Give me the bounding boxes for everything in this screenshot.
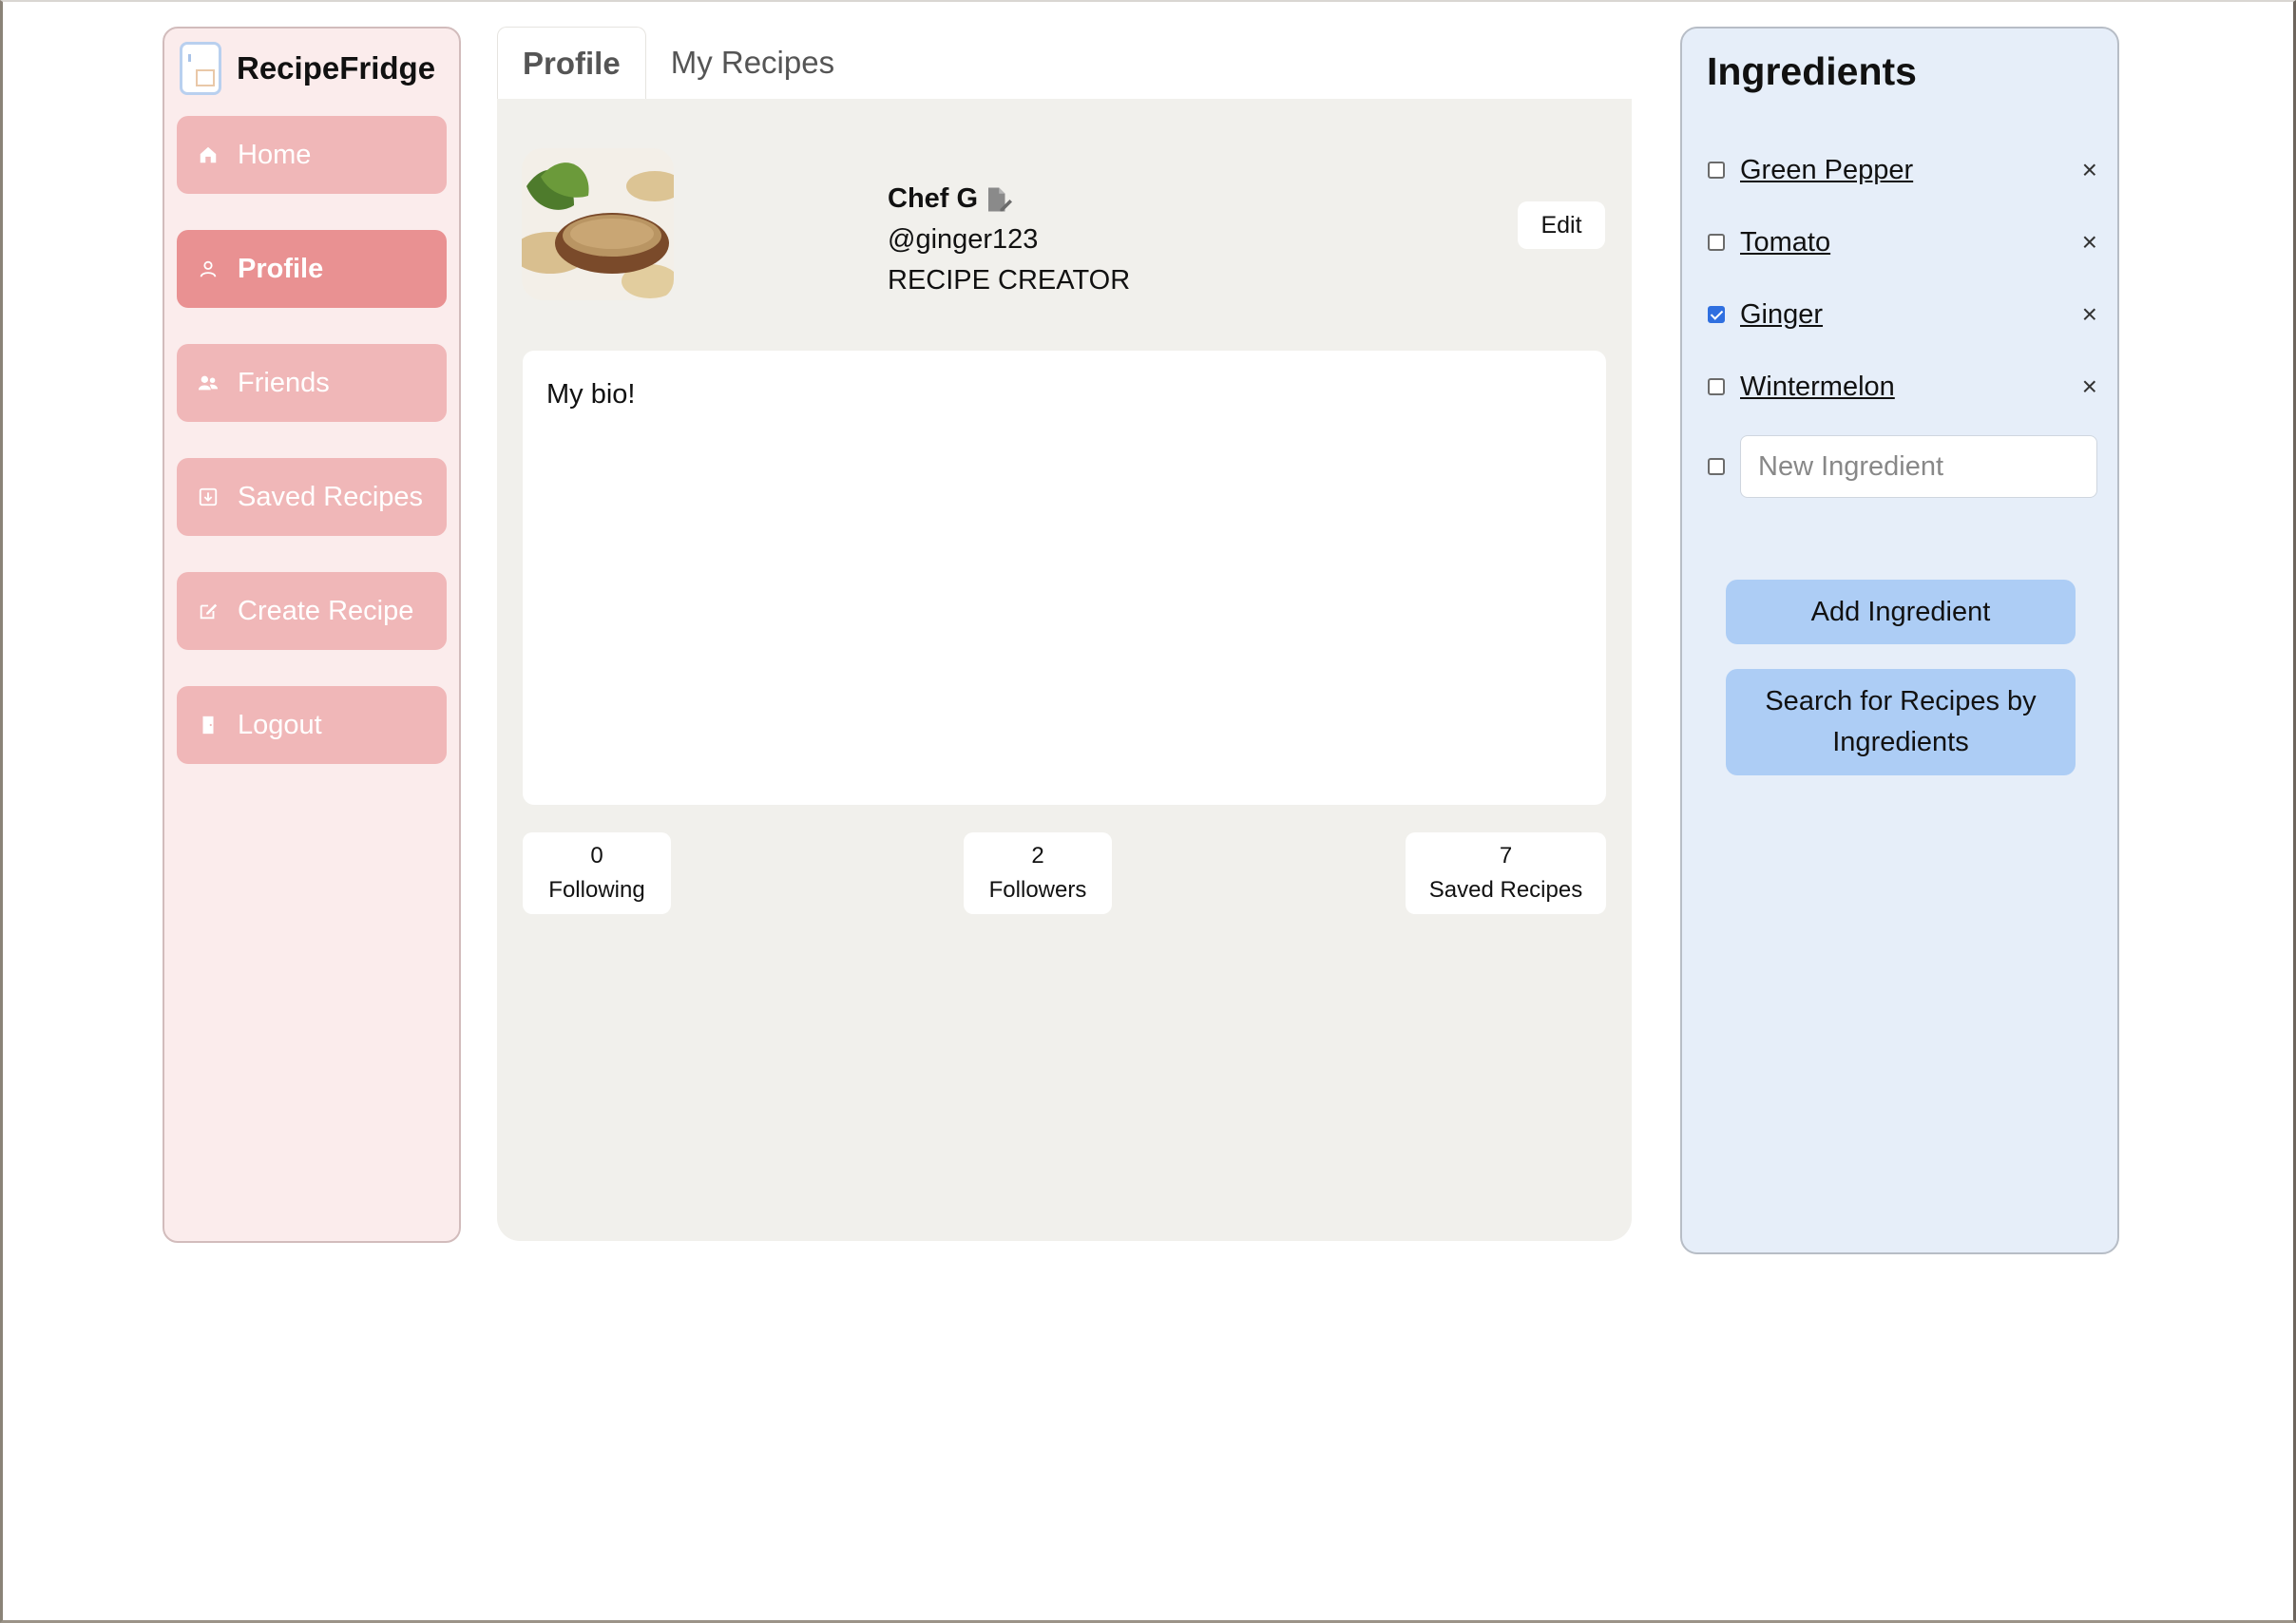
ingredient-name[interactable]: Green Pepper <box>1740 155 1913 186</box>
sidebar: RecipeFridge Home Profile Friends Saved … <box>163 27 461 1243</box>
stat-value: 7 <box>1499 843 1513 869</box>
sidebar-item-label: Create Recipe <box>238 595 414 626</box>
avatar <box>522 148 674 300</box>
remove-ingredient-icon[interactable]: × <box>2082 227 2097 258</box>
sidebar-item-label: Saved Recipes <box>238 481 424 512</box>
stat-following[interactable]: 0 Following <box>523 832 671 914</box>
stat-value: 2 <box>1031 843 1044 869</box>
ingredient-row: Wintermelon × <box>1708 363 2097 411</box>
ingredient-name[interactable]: Ginger <box>1740 299 1823 331</box>
sidebar-item-saved-recipes[interactable]: Saved Recipes <box>177 458 447 536</box>
brand[interactable]: RecipeFridge <box>180 42 435 95</box>
display-name: Chef G <box>888 183 979 214</box>
sidebar-item-label: Profile <box>238 253 324 284</box>
door-icon <box>198 715 219 735</box>
ingredient-row: Green Pepper × <box>1708 146 2097 194</box>
search-recipes-button[interactable]: Search for Recipes by Ingredients <box>1726 669 2076 775</box>
home-icon <box>198 144 219 165</box>
profile-panel: Chef G @ginger123 RECIPE CREATOR Edit My… <box>497 99 1632 1241</box>
bio-box: My bio! <box>523 351 1606 805</box>
sidebar-item-create-recipe[interactable]: Create Recipe <box>177 572 447 650</box>
ingredient-checkbox[interactable] <box>1708 306 1725 323</box>
users-icon <box>198 372 219 393</box>
sidebar-item-profile[interactable]: Profile <box>177 230 447 308</box>
sidebar-item-home[interactable]: Home <box>177 116 447 194</box>
stat-followers[interactable]: 2 Followers <box>964 832 1112 914</box>
sidebar-item-label: Logout <box>238 709 322 740</box>
brand-name: RecipeFridge <box>237 50 436 86</box>
sidebar-item-friends[interactable]: Friends <box>177 344 447 422</box>
fridge-logo-icon <box>180 42 221 95</box>
remove-ingredient-icon[interactable]: × <box>2082 372 2097 402</box>
edit-file-icon[interactable] <box>984 185 1013 214</box>
ingredient-checkbox[interactable] <box>1708 234 1725 251</box>
ingredients-panel: Ingredients Green Pepper × Tomato × Ging… <box>1680 27 2119 1254</box>
edit-profile-button[interactable]: Edit <box>1518 201 1605 249</box>
username: @ginger123 <box>888 224 1039 255</box>
user-role: RECIPE CREATOR <box>888 265 1131 296</box>
stat-label: Followers <box>988 877 1087 903</box>
tab-profile[interactable]: Profile <box>497 27 646 99</box>
stat-value: 0 <box>590 843 603 869</box>
remove-ingredient-icon[interactable]: × <box>2082 299 2097 330</box>
ingredient-checkbox[interactable] <box>1708 162 1725 179</box>
profile-info: Chef G @ginger123 RECIPE CREATOR <box>888 179 1130 301</box>
display-name-row: Chef G <box>888 179 1130 220</box>
ingredient-checkbox[interactable] <box>1708 378 1725 395</box>
ingredients-title: Ingredients <box>1707 49 1917 93</box>
edit-icon <box>198 601 219 621</box>
stat-saved-recipes[interactable]: 7 Saved Recipes <box>1406 832 1606 914</box>
stat-label: Following <box>548 877 645 903</box>
new-ingredient-checkbox[interactable] <box>1708 458 1725 475</box>
tab-my-recipes[interactable]: My Recipes <box>646 27 859 99</box>
new-ingredient-row <box>1708 433 2097 500</box>
stat-label: Saved Recipes <box>1428 877 1583 903</box>
ingredient-row: Tomato × <box>1708 219 2097 266</box>
remove-ingredient-icon[interactable]: × <box>2082 155 2097 185</box>
sidebar-item-label: Home <box>238 139 312 170</box>
sidebar-item-label: Friends <box>238 367 330 398</box>
ingredient-name[interactable]: Tomato <box>1740 227 1830 258</box>
sidebar-item-logout[interactable]: Logout <box>177 686 447 764</box>
new-ingredient-input[interactable] <box>1740 435 2097 498</box>
save-icon <box>198 487 219 507</box>
add-ingredient-button[interactable]: Add Ingredient <box>1726 580 2076 644</box>
ingredient-name[interactable]: Wintermelon <box>1740 372 1895 403</box>
user-icon <box>198 258 219 279</box>
ingredient-row: Ginger × <box>1708 291 2097 338</box>
profile-tabs: Profile My Recipes <box>497 27 859 99</box>
